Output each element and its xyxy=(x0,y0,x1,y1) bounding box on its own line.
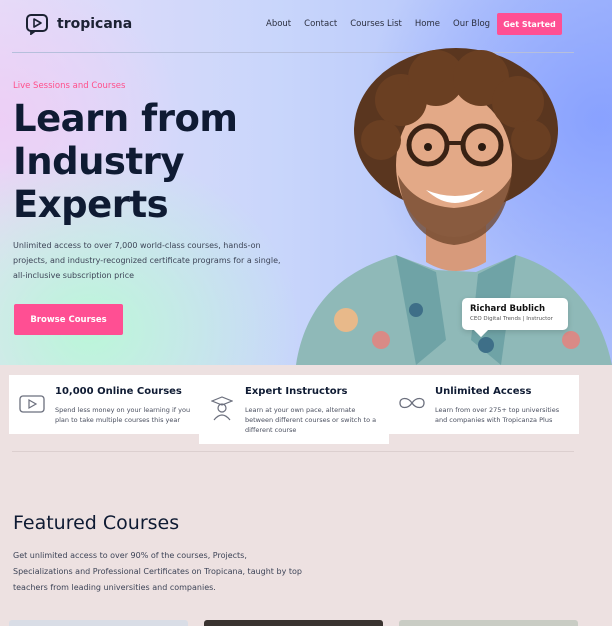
feature-title: Unlimited Access xyxy=(435,386,532,397)
course-card[interactable] xyxy=(9,620,188,626)
nav-link-about[interactable]: About xyxy=(266,19,291,29)
feature-text: Learn from over 275+ top universities an… xyxy=(435,406,560,424)
course-cards-row xyxy=(0,620,612,626)
course-card[interactable] xyxy=(399,620,578,626)
hero-section: tropicana About Contact Courses List Hom… xyxy=(0,0,612,365)
nav-menu: About Contact Courses List Home Our Blog xyxy=(266,19,503,29)
feature-text: Learn at your own pace, alternate betwee… xyxy=(245,406,377,434)
browse-courses-button[interactable]: Browse Courses xyxy=(14,304,123,335)
nav-link-our-blog[interactable]: Our Blog xyxy=(453,19,490,29)
course-card[interactable] xyxy=(204,620,383,626)
video-play-icon xyxy=(19,395,45,413)
feature-title: Expert Instructors xyxy=(245,386,348,397)
nav-link-contact[interactable]: Contact xyxy=(304,19,337,29)
logo-play-icon xyxy=(26,14,48,35)
infinity-icon xyxy=(399,397,425,409)
feature-title: 10,000 Online Courses xyxy=(55,386,182,397)
feature-online-courses: 10,000 Online Courses Spend less money o… xyxy=(9,375,199,434)
logo[interactable]: tropicana xyxy=(25,13,132,35)
hero-headline: Learn from Industry Experts xyxy=(13,97,238,226)
feature-text: Spend less money on your learning if you… xyxy=(55,406,191,424)
instructor-role: CEO Digital Trends | Instructor xyxy=(470,316,553,322)
nav-link-home[interactable]: Home xyxy=(415,19,440,29)
featured-courses-text: Get unlimited access to over 90% of the … xyxy=(13,551,302,592)
brand-name: tropicana xyxy=(57,16,133,32)
instructor-badge: Richard Bublich CEO Digital Trends | Ins… xyxy=(462,298,568,330)
hero-eyebrow: Live Sessions and Courses xyxy=(13,81,126,91)
section-divider xyxy=(12,451,574,452)
featured-courses-title: Featured Courses xyxy=(13,512,180,534)
graduate-icon xyxy=(211,396,233,421)
instructor-name: Richard Bublich xyxy=(470,304,546,314)
features-strip: 10,000 Online Courses Spend less money o… xyxy=(9,375,579,444)
get-started-button[interactable]: Get Started xyxy=(497,13,562,35)
feature-unlimited-access: Unlimited Access Learn from over 275+ to… xyxy=(389,375,579,434)
feature-expert-instructors: Expert Instructors Learn at your own pac… xyxy=(199,375,389,444)
nav-link-courses-list[interactable]: Courses List xyxy=(350,19,402,29)
hero-lead-text: Unlimited access to over 7,000 world-cla… xyxy=(13,241,281,280)
